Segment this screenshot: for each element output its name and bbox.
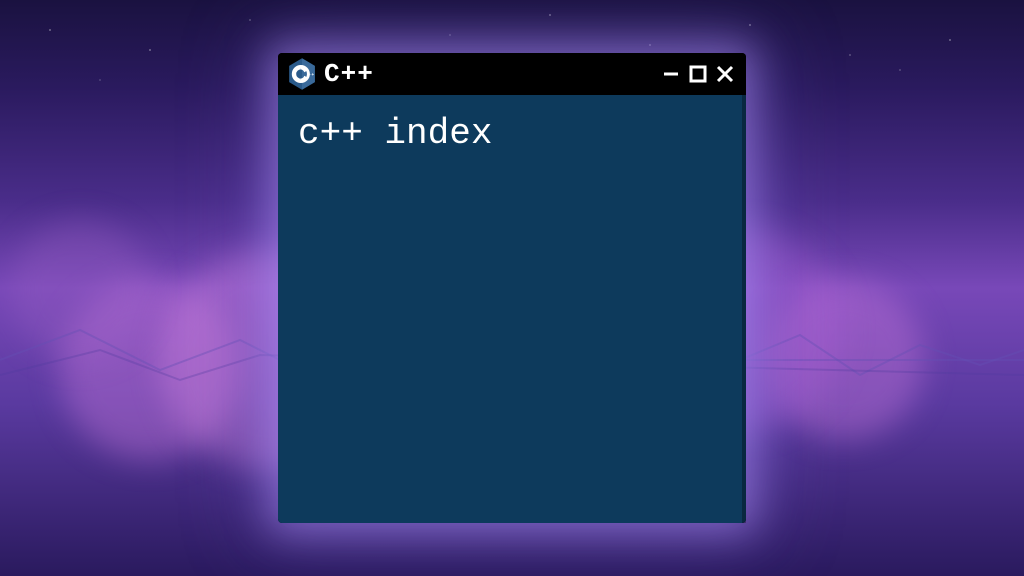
minimize-icon <box>662 64 682 84</box>
svg-text:+: + <box>311 73 314 78</box>
body-text: c++ index <box>298 113 726 154</box>
maximize-button[interactable] <box>688 64 708 84</box>
terminal-window: + + C++ c++ in <box>278 53 746 523</box>
close-button[interactable] <box>714 63 736 85</box>
minimize-button[interactable] <box>662 64 682 84</box>
window-title: C++ <box>324 59 374 89</box>
cpp-logo-icon: + + <box>288 58 316 90</box>
titlebar[interactable]: + + C++ <box>278 53 746 95</box>
svg-text:+: + <box>308 73 311 78</box>
close-icon <box>714 63 736 85</box>
window-body: c++ index <box>278 95 746 523</box>
maximize-icon <box>688 64 708 84</box>
